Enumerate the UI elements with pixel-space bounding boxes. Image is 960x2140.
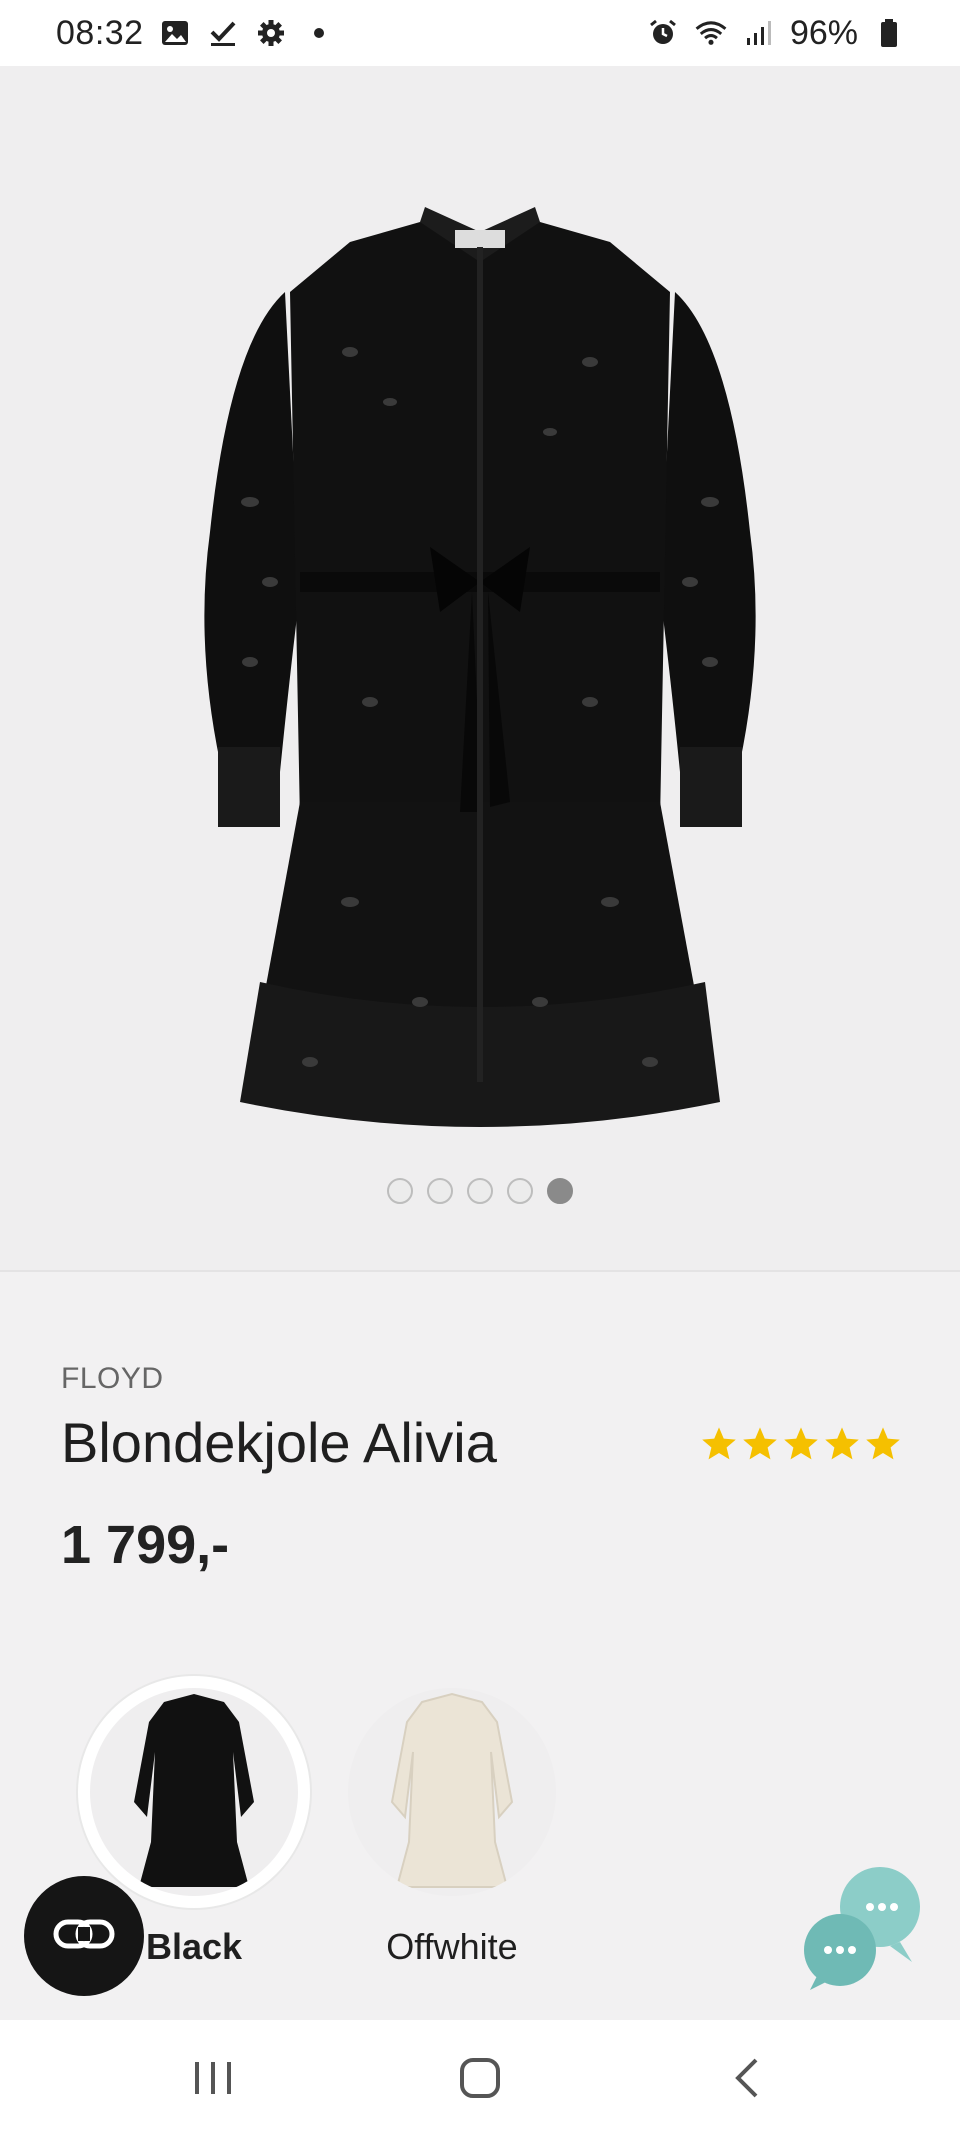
star-icon bbox=[866, 1427, 900, 1460]
status-right: 96% bbox=[646, 14, 906, 53]
back-button[interactable] bbox=[687, 2040, 807, 2120]
pagination-dot[interactable] bbox=[467, 1178, 493, 1204]
product-title: Blondekjole Alivia bbox=[61, 1411, 497, 1474]
chat-bubbles-icon bbox=[800, 1867, 930, 1996]
dot-icon bbox=[302, 16, 336, 50]
swatch-image bbox=[348, 1688, 556, 1896]
gear-icon bbox=[254, 16, 288, 50]
pagination-dot[interactable] bbox=[387, 1178, 413, 1204]
status-left: 08:32 bbox=[56, 14, 336, 53]
signal-icon bbox=[742, 16, 776, 50]
product-price: 1 799,- bbox=[61, 1515, 230, 1575]
link-icon bbox=[52, 1916, 116, 1957]
battery-percent: 96% bbox=[789, 13, 858, 52]
product-gallery[interactable] bbox=[0, 66, 960, 1272]
recent-apps-button[interactable] bbox=[153, 2040, 273, 2120]
star-icon bbox=[743, 1427, 777, 1460]
system-nav-bar bbox=[0, 2020, 960, 2140]
color-swatch-offwhite[interactable]: Offwhite bbox=[334, 1676, 570, 1968]
swatch-image bbox=[90, 1688, 298, 1896]
gallery-pagination[interactable] bbox=[0, 1178, 960, 1204]
product-image[interactable] bbox=[190, 202, 770, 1202]
recent-apps-icon bbox=[191, 2058, 235, 2103]
status-bar: 08:32 96% bbox=[0, 0, 960, 66]
product-rating[interactable] bbox=[700, 1425, 902, 1463]
checkmark-icon bbox=[206, 16, 240, 50]
status-time: 08:32 bbox=[56, 13, 144, 52]
pagination-dot[interactable] bbox=[507, 1178, 533, 1204]
product-brand[interactable]: FLOYD bbox=[61, 1362, 164, 1396]
back-icon bbox=[732, 2056, 762, 2105]
swatch-label: Offwhite bbox=[386, 1926, 518, 1967]
alarm-icon bbox=[646, 16, 680, 50]
star-icon bbox=[825, 1427, 859, 1460]
chat-button[interactable] bbox=[800, 1862, 930, 1992]
battery-icon bbox=[872, 16, 906, 50]
swatch-circle bbox=[78, 1676, 310, 1908]
link-fab-button[interactable] bbox=[24, 1876, 144, 1996]
image-icon bbox=[158, 16, 192, 50]
wifi-icon bbox=[694, 16, 728, 50]
swatch-label: Black bbox=[145, 1926, 243, 1967]
pagination-dot[interactable] bbox=[427, 1178, 453, 1204]
pagination-dot[interactable] bbox=[547, 1178, 573, 1204]
home-icon bbox=[458, 2056, 502, 2105]
star-icon bbox=[784, 1427, 818, 1460]
swatch-circle bbox=[336, 1676, 568, 1908]
home-button[interactable] bbox=[420, 2040, 540, 2120]
star-icon bbox=[702, 1427, 736, 1460]
